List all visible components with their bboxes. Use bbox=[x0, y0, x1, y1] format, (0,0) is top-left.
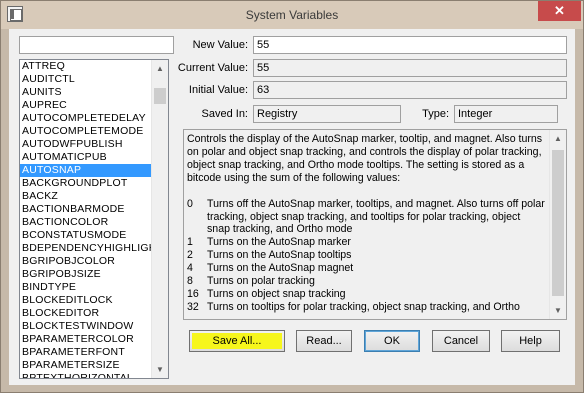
ok-button[interactable]: OK bbox=[364, 330, 420, 352]
description-option: 8 Turns on polar tracking bbox=[187, 275, 545, 288]
option-text: Turns on the AutoSnap magnet bbox=[207, 262, 354, 275]
scroll-up-arrow-icon[interactable]: ▲ bbox=[152, 60, 168, 77]
window-title: System Variables bbox=[245, 8, 339, 22]
description-option: 4 Turns on the AutoSnap magnet bbox=[187, 262, 545, 275]
new-value-field[interactable]: 55 bbox=[253, 36, 567, 54]
description-option: 1 Turns on the AutoSnap marker bbox=[187, 236, 545, 249]
option-text: Turns on the AutoSnap tooltips bbox=[207, 249, 352, 262]
variable-list-item[interactable]: AUDITCTL bbox=[20, 73, 152, 86]
save-all-button[interactable]: Save All... bbox=[189, 330, 285, 352]
variable-list-item[interactable]: AUNITS bbox=[20, 86, 152, 99]
scroll-up-arrow-icon[interactable]: ▲ bbox=[550, 130, 566, 147]
variable-list-item[interactable]: AUTOCOMPLETEMODE bbox=[20, 125, 152, 138]
variable-list-item[interactable]: AUTODWFPUBLISH bbox=[20, 138, 152, 151]
variable-list-item[interactable]: BPARAMETERSIZE bbox=[20, 359, 152, 372]
dialog-client-area: ATTREQ AUDITCTL AUNITS AUPREC AUTOCOMPLETEDE… bbox=[9, 29, 575, 385]
saved-in-field: Registry bbox=[253, 105, 401, 123]
scroll-down-arrow-icon[interactable]: ▼ bbox=[152, 361, 168, 378]
variable-list-scrollbar[interactable]: ▲ ▼ bbox=[151, 60, 168, 378]
option-text: Turns on the AutoSnap marker bbox=[207, 236, 351, 249]
description-box[interactable]: Controls the display of the AutoSnap mar… bbox=[183, 129, 567, 320]
system-variables-window: System Variables ✕ ATTREQ AUDITCTL AUNITS A… bbox=[0, 0, 584, 393]
variable-list-item[interactable]: AUPREC bbox=[20, 99, 152, 112]
variable-list-item[interactable]: BACKGROUNDPLOT bbox=[20, 177, 152, 190]
variable-search-input[interactable] bbox=[19, 36, 174, 54]
option-value: 1 bbox=[187, 236, 193, 249]
variable-list-item[interactable]: BGRIPOBJCOLOR bbox=[20, 255, 152, 268]
description-intro: Controls the display of the AutoSnap mar… bbox=[187, 133, 543, 184]
initial-value-field: 63 bbox=[253, 81, 567, 99]
variable-list-item[interactable]: BGRIPOBJSIZE bbox=[20, 268, 152, 281]
variable-list-items: ATTREQ AUDITCTL AUNITS AUPREC AUTOCOMPLETEDE… bbox=[20, 60, 152, 378]
variable-list-item[interactable]: AUTOMATICPUB bbox=[20, 151, 152, 164]
option-value: 0 bbox=[187, 197, 193, 210]
variable-list-item[interactable]: BCONSTATUSMODE bbox=[20, 229, 152, 242]
variable-list-item[interactable]: BLOCKEDITLOCK bbox=[20, 294, 152, 307]
scroll-thumb[interactable] bbox=[552, 150, 564, 296]
variable-list-item[interactable]: BLOCKEDITOR bbox=[20, 307, 152, 320]
help-button[interactable]: Help bbox=[501, 330, 560, 352]
initial-value-label: Initial Value: bbox=[188, 84, 248, 96]
description-option: 0 Turns off the AutoSnap marker, tooltips… bbox=[187, 198, 545, 237]
option-value: 8 bbox=[187, 275, 193, 288]
description-option: 32 Turns on tooltips for polar tracking, … bbox=[187, 301, 545, 314]
variable-list-item[interactable]: AUTOSNAP bbox=[20, 164, 152, 177]
variable-list-item[interactable]: BPARAMETERFONT bbox=[20, 346, 152, 359]
current-value-field: 55 bbox=[253, 59, 567, 77]
scroll-down-arrow-icon[interactable]: ▼ bbox=[550, 302, 566, 319]
current-value-label: Current Value: bbox=[177, 62, 248, 74]
save-all-label: Save All... bbox=[212, 335, 262, 347]
variable-list-item[interactable]: BINDTYPE bbox=[20, 281, 152, 294]
new-value-label: New Value: bbox=[192, 39, 248, 51]
variable-list-item[interactable]: BACTIONBARMODE bbox=[20, 203, 152, 216]
scroll-thumb[interactable] bbox=[154, 88, 166, 104]
option-value: 32 bbox=[187, 300, 199, 313]
description-option: 2 Turns on the AutoSnap tooltips bbox=[187, 249, 545, 262]
variable-list-item[interactable]: BLOCKTESTWINDOW bbox=[20, 320, 152, 333]
saved-in-label: Saved In: bbox=[201, 108, 248, 120]
variable-list-item[interactable]: ATTREQ bbox=[20, 60, 152, 73]
variable-list-item[interactable]: BPTEXTHORIZONTAL bbox=[20, 372, 152, 378]
type-field: Integer bbox=[454, 105, 558, 123]
description-scrollbar[interactable]: ▲ ▼ bbox=[549, 130, 566, 319]
close-button[interactable]: ✕ bbox=[538, 1, 581, 21]
option-value: 16 bbox=[187, 287, 199, 300]
title-bar[interactable]: System Variables ✕ bbox=[1, 1, 583, 29]
description-text: Controls the display of the AutoSnap mar… bbox=[187, 133, 545, 314]
cancel-button[interactable]: Cancel bbox=[432, 330, 490, 352]
variable-list-item[interactable]: BACTIONCOLOR bbox=[20, 216, 152, 229]
type-label: Type: bbox=[422, 108, 449, 120]
read-button[interactable]: Read... bbox=[296, 330, 352, 352]
option-text: Turns on tooltips for polar tracking, ob… bbox=[207, 300, 520, 313]
option-text: Turns off the AutoSnap marker, tooltips,… bbox=[207, 197, 545, 236]
variable-list-item[interactable]: BDEPENDENCYHIGHLIGHT bbox=[20, 242, 152, 255]
variable-list-item[interactable]: BACKZ bbox=[20, 190, 152, 203]
variable-list[interactable]: ATTREQ AUDITCTL AUNITS AUPREC AUTOCOMPLETEDE… bbox=[19, 59, 169, 379]
option-value: 4 bbox=[187, 262, 193, 275]
variable-list-item[interactable]: AUTOCOMPLETEDELAY bbox=[20, 112, 152, 125]
variable-list-item[interactable]: BPARAMETERCOLOR bbox=[20, 333, 152, 346]
description-option: 16 Turns on object snap tracking bbox=[187, 288, 545, 301]
option-text: Turns on object snap tracking bbox=[207, 287, 346, 300]
option-value: 2 bbox=[187, 249, 193, 262]
option-text: Turns on polar tracking bbox=[207, 275, 315, 288]
